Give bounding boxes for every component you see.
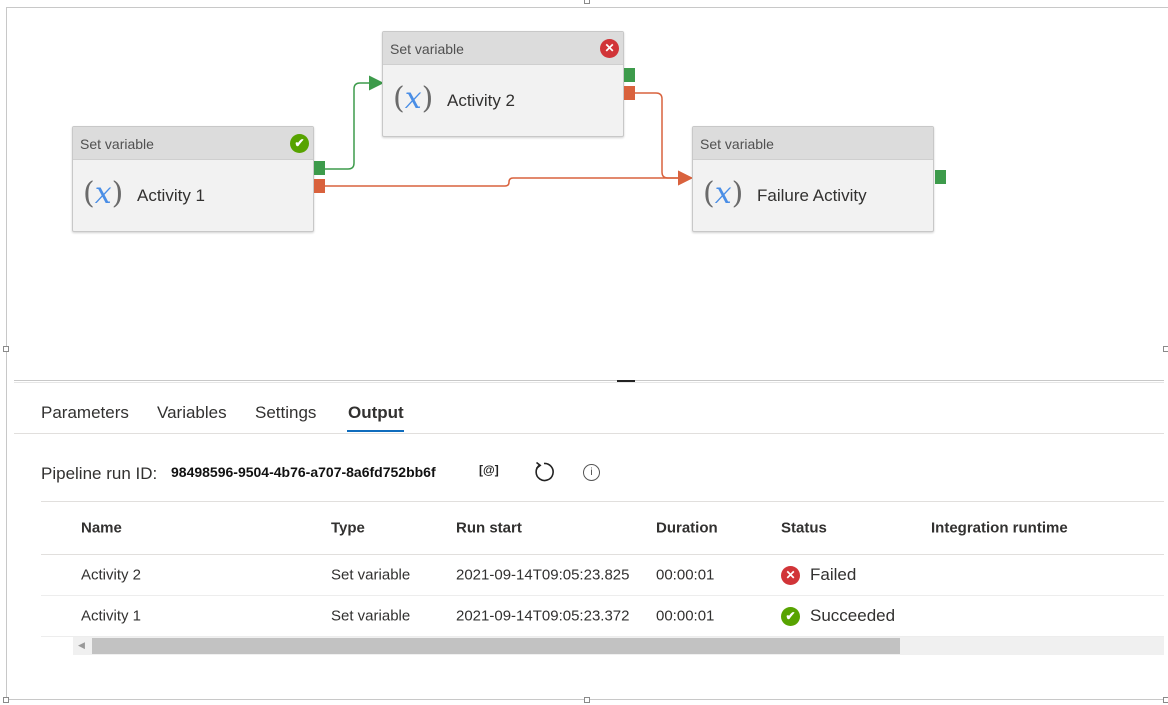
node-type-label: Set variable [390, 41, 464, 57]
scroll-left-arrow-icon[interactable]: ◀ [78, 640, 85, 651]
node-header: Set variable [693, 127, 933, 160]
column-header-name[interactable]: Name [81, 520, 122, 537]
run-start-cell: 2021-09-14T09:05:23.372 [456, 607, 630, 625]
check-icon: ✔ [781, 606, 800, 626]
failure-connector[interactable] [635, 92, 693, 186]
tab-parameters[interactable]: Parameters [41, 403, 129, 423]
horizontal-scrollbar[interactable]: ◀ [73, 637, 1164, 655]
status-text: Succeeded [810, 606, 896, 625]
activity-name-cell[interactable]: Activity 2 [81, 567, 141, 584]
set-variable-icon: (x) [703, 176, 744, 211]
info-icon[interactable]: i [583, 464, 600, 481]
failure-output-port[interactable] [624, 86, 635, 100]
status-cell: ✔ Succeeded [781, 606, 895, 626]
node-name: Failure Activity [757, 186, 867, 205]
success-output-port[interactable] [624, 68, 635, 82]
table-row[interactable]: Activity 1 Set variable 2021-09-14T09:05… [41, 596, 1164, 637]
refresh-icon[interactable] [532, 460, 556, 484]
scrollbar-thumb[interactable] [92, 638, 900, 654]
node-name: Activity 2 [447, 91, 516, 110]
pipeline-run-id-value: 98498596-9504-4b76-a707-8a6fd752bb6f [171, 464, 436, 480]
success-status-icon: ✔ [290, 134, 309, 153]
table-header-row: Name Type Run start Duration Status Inte… [41, 501, 1164, 555]
success-output-port[interactable] [314, 161, 325, 175]
resize-handle[interactable] [3, 697, 9, 703]
set-variable-icon: (x) [393, 81, 434, 116]
column-header-type[interactable]: Type [331, 520, 365, 537]
pipeline-canvas[interactable]: Set variable ✔ (x) Activity 1 Set variab… [14, 8, 1164, 380]
resize-handle[interactable] [1163, 697, 1168, 703]
tab-variables[interactable]: Variables [157, 403, 227, 423]
activity-node[interactable]: Set variable ✔ (x) Activity 1 [72, 126, 314, 232]
column-header-duration[interactable]: Duration [656, 520, 718, 537]
resize-handle[interactable] [584, 697, 590, 703]
failed-status-icon: ✕ [600, 39, 619, 58]
pipeline-run-id-label: Pipeline run ID: [41, 464, 158, 483]
set-variable-icon: (x) [83, 176, 124, 211]
node-header: Set variable ✕ [383, 32, 623, 65]
error-icon: ✕ [781, 565, 800, 585]
activity-node[interactable]: Set variable ✕ (x) Activity 2 [382, 31, 624, 137]
node-type-label: Set variable [700, 136, 774, 152]
activity-runs-table: Name Type Run start Duration Status Inte… [41, 501, 1164, 637]
activity-node[interactable]: Set variable (x) Failure Activity [692, 126, 934, 232]
properties-tab-bar: Parameters Variables Settings Output [14, 382, 1164, 434]
node-header: Set variable ✔ [73, 127, 313, 160]
panel-divider-line [14, 380, 1164, 381]
tab-output[interactable]: Output [348, 403, 404, 423]
duration-cell: 00:00:01 [656, 566, 715, 584]
active-tab-indicator [347, 430, 404, 432]
node-name: Activity 1 [137, 186, 206, 205]
status-text: Failed [810, 565, 857, 584]
success-output-port[interactable] [935, 170, 946, 184]
failure-output-port[interactable] [314, 179, 325, 193]
column-header-status[interactable]: Status [781, 520, 827, 537]
column-header-run-start[interactable]: Run start [456, 520, 522, 537]
activity-type-cell: Set variable [331, 607, 411, 625]
run-start-cell: 2021-09-14T09:05:23.825 [456, 566, 630, 584]
activity-name-cell[interactable]: Activity 1 [81, 608, 141, 625]
resize-handle[interactable] [584, 0, 590, 4]
activity-type-cell: Set variable [331, 566, 411, 584]
node-type-label: Set variable [80, 136, 154, 152]
table-row[interactable]: Activity 2 Set variable 2021-09-14T09:05… [41, 555, 1164, 596]
failure-connector[interactable] [325, 170, 693, 187]
copy-icon[interactable]: [@] [478, 462, 502, 480]
resize-handle[interactable] [3, 346, 9, 352]
frame-left-line [6, 7, 7, 699]
status-cell: ✕ Failed [781, 565, 856, 585]
column-header-integration-runtime[interactable]: Integration runtime [931, 520, 1068, 537]
duration-cell: 00:00:01 [656, 607, 715, 625]
tab-settings[interactable]: Settings [255, 403, 316, 423]
success-connector[interactable] [325, 75, 384, 170]
